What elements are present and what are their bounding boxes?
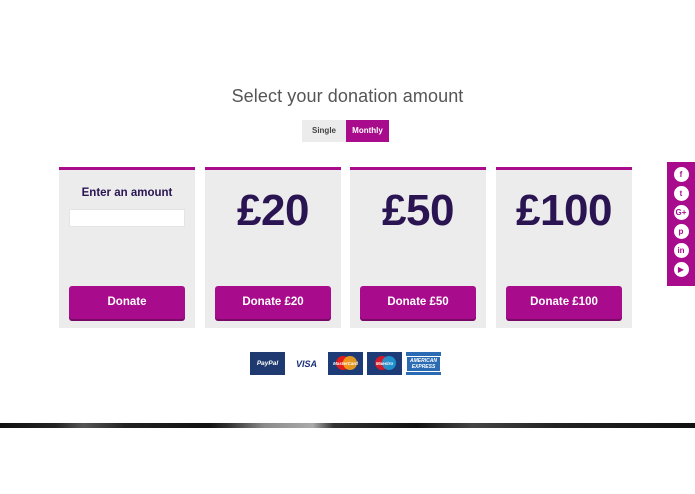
linkedin-icon[interactable]: in <box>673 243 689 258</box>
donate-custom-button[interactable]: Donate <box>69 286 185 319</box>
paypal-logo: PayPal <box>250 352 285 375</box>
mastercard-logo: MasterCard <box>328 352 363 375</box>
youtube-icon[interactable]: ▶ <box>673 262 689 277</box>
amex-logo: AMERICAN EXPRESS <box>406 352 441 375</box>
social-share-bar: f t G+ p in ▶ <box>667 162 695 286</box>
frequency-toggle: Single Monthly <box>302 120 389 142</box>
twitter-icon[interactable]: t <box>673 186 689 201</box>
donation-card-50: £50 Donate £50 <box>350 167 486 328</box>
donation-amount: £20 <box>237 186 309 235</box>
custom-amount-input[interactable] <box>69 209 185 227</box>
donation-cards: Enter an amount Donate £20 Donate £20 £5… <box>59 167 632 328</box>
google-plus-icon[interactable]: G+ <box>673 205 689 220</box>
donation-card-custom: Enter an amount Donate <box>59 167 195 328</box>
hero-image-strip <box>0 423 695 428</box>
donation-card-100: £100 Donate £100 <box>496 167 632 328</box>
donation-amount: £100 <box>516 186 612 235</box>
donate-50-button[interactable]: Donate £50 <box>360 286 476 319</box>
visa-logo: VISA <box>289 352 324 375</box>
frequency-single-option[interactable]: Single <box>302 120 346 142</box>
donate-20-button[interactable]: Donate £20 <box>215 286 331 319</box>
donation-card-20: £20 Donate £20 <box>205 167 341 328</box>
donation-amount: £50 <box>382 186 454 235</box>
frequency-monthly-option[interactable]: Monthly <box>346 120 389 142</box>
donate-100-button[interactable]: Donate £100 <box>506 286 622 319</box>
pinterest-icon[interactable]: p <box>673 224 689 239</box>
payment-methods: PayPal VISA MasterCard Maestro AMERICAN … <box>250 352 445 375</box>
facebook-icon[interactable]: f <box>673 167 689 182</box>
maestro-logo: Maestro <box>367 352 402 375</box>
page-heading: Select your donation amount <box>231 86 464 106</box>
enter-amount-label: Enter an amount <box>81 187 173 199</box>
